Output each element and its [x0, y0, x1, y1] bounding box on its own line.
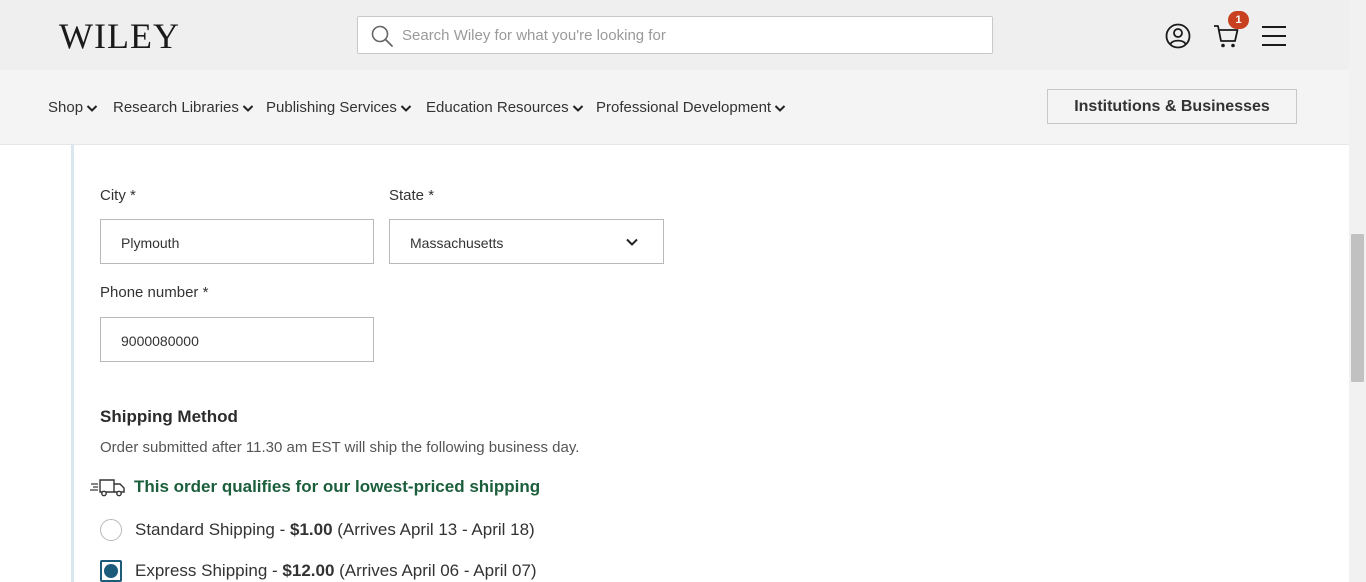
wiley-logo[interactable]: WILEY	[59, 17, 180, 55]
top-bar: WILEY 1	[0, 0, 1366, 70]
state-value: Massachusetts	[410, 235, 504, 251]
shipping-option-standard[interactable]: Standard Shipping - $1.00 (Arrives April…	[100, 519, 535, 541]
institutions-businesses-button[interactable]: Institutions & Businesses	[1047, 89, 1297, 124]
nav-item-label: Professional Development	[596, 99, 772, 116]
state-select[interactable]: Massachusetts	[389, 219, 664, 264]
search-bar	[357, 16, 993, 54]
nav-item-label: Publishing Services	[266, 99, 397, 116]
phone-value: 9000080000	[121, 333, 199, 349]
option-name: Standard Shipping -	[135, 520, 290, 539]
nav-item-publishing-services[interactable]: Publishing Services	[266, 99, 412, 116]
shipping-note: Order submitted after 11.30 am EST will …	[100, 439, 580, 456]
chevron-down-icon	[242, 104, 254, 112]
truck-icon	[90, 479, 125, 497]
nav-item-education-resources[interactable]: Education Resources	[426, 99, 584, 116]
menu-icon[interactable]	[1260, 22, 1288, 50]
chevron-down-icon	[774, 104, 786, 112]
nav-item-shop[interactable]: Shop	[48, 99, 98, 116]
chevron-down-icon	[626, 238, 638, 246]
option-name: Express Shipping -	[135, 561, 283, 580]
search-icon[interactable]	[370, 24, 394, 48]
shipping-option-express[interactable]: Express Shipping - $12.00 (Arrives April…	[100, 560, 537, 582]
scrollbar-thumb[interactable]	[1351, 234, 1364, 382]
phone-field[interactable]: 9000080000	[100, 317, 374, 362]
option-price: $12.00	[282, 561, 335, 580]
nav-item-label: Shop	[48, 99, 84, 116]
shipping-qualify-message: This order qualifies for our lowest-pric…	[90, 477, 540, 497]
chevron-down-icon	[572, 104, 583, 112]
state-label: State *	[389, 187, 435, 204]
city-value: Plymouth	[121, 235, 180, 251]
phone-label: Phone number *	[100, 284, 209, 301]
shipping-method-title: Shipping Method	[100, 407, 238, 426]
nav-item-label: Education Resources	[426, 99, 569, 116]
city-field[interactable]: Plymouth	[100, 219, 374, 264]
standard-shipping-radio[interactable]	[100, 519, 122, 541]
nav-item-research-libraries[interactable]: Research Libraries	[113, 99, 254, 116]
section-accent-line	[71, 145, 74, 582]
city-label: City *	[100, 187, 136, 204]
main-nav: Shop Research Libraries Publishing Servi…	[0, 70, 1366, 145]
cart-count-badge: 1	[1228, 11, 1249, 29]
search-input[interactable]	[402, 17, 982, 53]
chevron-down-icon	[86, 104, 98, 112]
express-shipping-radio[interactable]	[100, 560, 122, 582]
nav-item-label: Research Libraries	[113, 99, 239, 116]
chevron-down-icon	[400, 104, 412, 112]
option-arrival: (Arrives April 13 - April 18)	[332, 520, 535, 539]
nav-item-professional-development[interactable]: Professional Development	[596, 99, 786, 116]
qualify-text: This order qualifies for our lowest-pric…	[134, 477, 541, 496]
account-icon[interactable]	[1164, 22, 1192, 50]
option-price: $1.00	[290, 520, 333, 539]
option-arrival: (Arrives April 06 - April 07)	[334, 561, 537, 580]
